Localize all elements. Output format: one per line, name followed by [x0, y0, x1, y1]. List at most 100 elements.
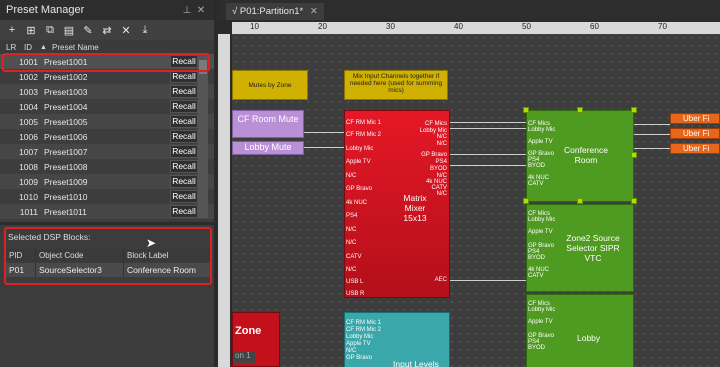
- recall-button[interactable]: Recall: [170, 130, 198, 143]
- resize-handle[interactable]: [631, 152, 637, 158]
- preset-id: 1009: [19, 176, 38, 187]
- recall-button[interactable]: Recall: [170, 100, 198, 113]
- recall-button[interactable]: Recall: [170, 85, 198, 98]
- preset-row[interactable]: 1003 Preset1003 Recall: [0, 84, 214, 99]
- wire: [450, 165, 526, 166]
- zone-block-partial[interactable]: Zone on 1: [232, 312, 280, 367]
- matrix-output-label: PS4: [435, 159, 447, 165]
- matrix-output-label: CF Mics: [425, 121, 447, 127]
- preset-name: Preset1009: [44, 176, 88, 187]
- paste-icon[interactable]: ▤: [61, 22, 77, 38]
- preset-row[interactable]: 1007 Preset1007 Recall: [0, 144, 214, 159]
- input-levels-title: Input Levels: [393, 359, 439, 367]
- ruler-mark: 30: [386, 22, 395, 31]
- preset-row[interactable]: 1010 Preset1010 Recall: [0, 189, 214, 204]
- matrix-input-label: CF RM Mic 2: [346, 132, 381, 138]
- zone-input-label: CATV: [528, 181, 544, 187]
- zone-input-label: BYOD: [528, 163, 546, 169]
- wire: [304, 147, 344, 148]
- zone-input-label: BYOD: [528, 255, 546, 261]
- zone-title: Conference Room: [564, 145, 608, 165]
- recall-button[interactable]: Recall: [170, 145, 198, 158]
- delete-icon[interactable]: ✕: [118, 22, 134, 38]
- recall-button[interactable]: Recall: [170, 175, 198, 188]
- note-mix[interactable]: Mix Input Channels together if needed he…: [344, 70, 448, 100]
- levels-input-label: N/C: [346, 348, 357, 354]
- recall-button[interactable]: Recall: [170, 160, 198, 173]
- preset-row[interactable]: 1006 Preset1006 Recall: [0, 129, 214, 144]
- levels-input-label: Lobby Mic: [346, 334, 374, 340]
- wire: [634, 134, 670, 135]
- preset-name: Preset1004: [44, 101, 88, 112]
- col-lr[interactable]: LR: [0, 43, 18, 52]
- splitter[interactable]: [0, 222, 214, 225]
- export-icon[interactable]: ⤓: [137, 22, 153, 38]
- matrix-input-label: USB L: [346, 279, 364, 285]
- zone-input-label: Lobby Mic: [528, 307, 556, 313]
- output-block[interactable]: Uber Fi: [670, 128, 720, 139]
- document-tabbar: √ P01:Partition1* ✕: [218, 0, 720, 20]
- preset-scrollbar[interactable]: [198, 54, 208, 218]
- design-canvas[interactable]: Mutes by Zone Mix Input Channels togethe…: [232, 34, 720, 367]
- matrix-mixer-block[interactable]: Matrix Mixer 15x13 CF RM Mic 1 CF RM Mic…: [344, 110, 450, 298]
- mute-block-cf-room[interactable]: CF Room Mute: [232, 110, 304, 138]
- resize-handle[interactable]: [631, 107, 637, 113]
- zone-input-label: Lobby Mic: [528, 127, 556, 133]
- preset-name: Preset1011: [44, 206, 87, 217]
- matrix-input-label: USB R: [346, 291, 365, 297]
- preset-toolbar: + ⊞ ⧉ ▤ ✎ ⇄ ✕ ⤓: [0, 20, 214, 40]
- ruler-mark: 70: [658, 22, 667, 31]
- wire: [634, 124, 670, 125]
- add-icon[interactable]: +: [4, 22, 20, 38]
- levels-input-label: CF RM Mic 1: [346, 320, 381, 326]
- matrix-output-label: N/C: [436, 191, 447, 197]
- zone-conference-room[interactable]: Conference Room CF Mics Lobby Mic Apple …: [526, 110, 634, 202]
- preset-row[interactable]: 1008 Preset1008 Recall: [0, 159, 214, 174]
- close-icon[interactable]: ✕: [194, 5, 208, 16]
- merge-icon[interactable]: ⇄: [99, 22, 115, 38]
- ruler-mark: 40: [454, 22, 463, 31]
- levels-input-label: Apple TV: [346, 341, 371, 347]
- preset-id: 1002: [19, 71, 38, 82]
- zone-source-selector[interactable]: Zone2 Source Selector SIPR VTC CF Mics L…: [526, 204, 634, 292]
- mute-block-lobby[interactable]: Lobby Mute: [232, 141, 304, 155]
- levels-input-label: CF RM Mic 2: [346, 327, 381, 333]
- preset-row[interactable]: 1009 Preset1009 Recall: [0, 174, 214, 189]
- close-icon[interactable]: ✕: [310, 6, 318, 17]
- rename-icon[interactable]: ✎: [80, 22, 96, 38]
- matrix-output-label: AEC: [434, 277, 447, 283]
- preset-row[interactable]: 1005 Preset1005 Recall: [0, 114, 214, 129]
- resize-handle[interactable]: [523, 107, 529, 113]
- preset-name: Preset1007: [44, 146, 88, 157]
- preset-name: Preset1010: [44, 191, 88, 202]
- tab-partition[interactable]: √ P01:Partition1* ✕: [226, 3, 324, 20]
- sort-asc-icon: ▲: [40, 43, 47, 51]
- col-preset-name[interactable]: Preset Name: [48, 43, 99, 52]
- recall-button[interactable]: Recall: [170, 205, 198, 218]
- recall-button[interactable]: Recall: [170, 115, 198, 128]
- matrix-input-label: PS4: [346, 213, 358, 219]
- copy-icon[interactable]: ⧉: [42, 22, 58, 38]
- zone-input-label: Lobby Mic: [528, 217, 556, 223]
- matrix-input-label: N/C: [346, 173, 357, 179]
- preset-row[interactable]: 1011 Preset1011 Recall: [0, 204, 214, 219]
- output-block[interactable]: Uber Fi: [670, 113, 720, 124]
- preset-name: Preset1005: [44, 116, 88, 127]
- matrix-output-label: GP Bravo: [421, 152, 447, 158]
- output-block[interactable]: Uber Fi: [670, 143, 720, 154]
- matrix-title: Matrix Mixer 15x13: [403, 193, 427, 223]
- zone-lobby[interactable]: Lobby CF Mics Lobby Mic Apple TV GP Brav…: [526, 294, 634, 367]
- recall-button[interactable]: Recall: [170, 190, 198, 203]
- col-id[interactable]: ID: [18, 43, 38, 52]
- resize-handle[interactable]: [577, 107, 583, 113]
- matrix-input-label: N/C: [346, 267, 357, 273]
- zone-input-label: CATV: [528, 273, 544, 279]
- partial-block-sub: on 1: [233, 351, 255, 363]
- input-levels-block[interactable]: CF RM Mic 1 CF RM Mic 2 Lobby Mic Apple …: [344, 312, 450, 367]
- vertical-ruler: [218, 34, 230, 367]
- pin-icon[interactable]: ⊥: [180, 5, 194, 16]
- preset-row[interactable]: 1004 Preset1004 Recall: [0, 99, 214, 114]
- matrix-input-label: CATV: [346, 254, 362, 260]
- note-mutes[interactable]: Mutes by Zone: [232, 70, 308, 100]
- add-group-icon[interactable]: ⊞: [23, 22, 39, 38]
